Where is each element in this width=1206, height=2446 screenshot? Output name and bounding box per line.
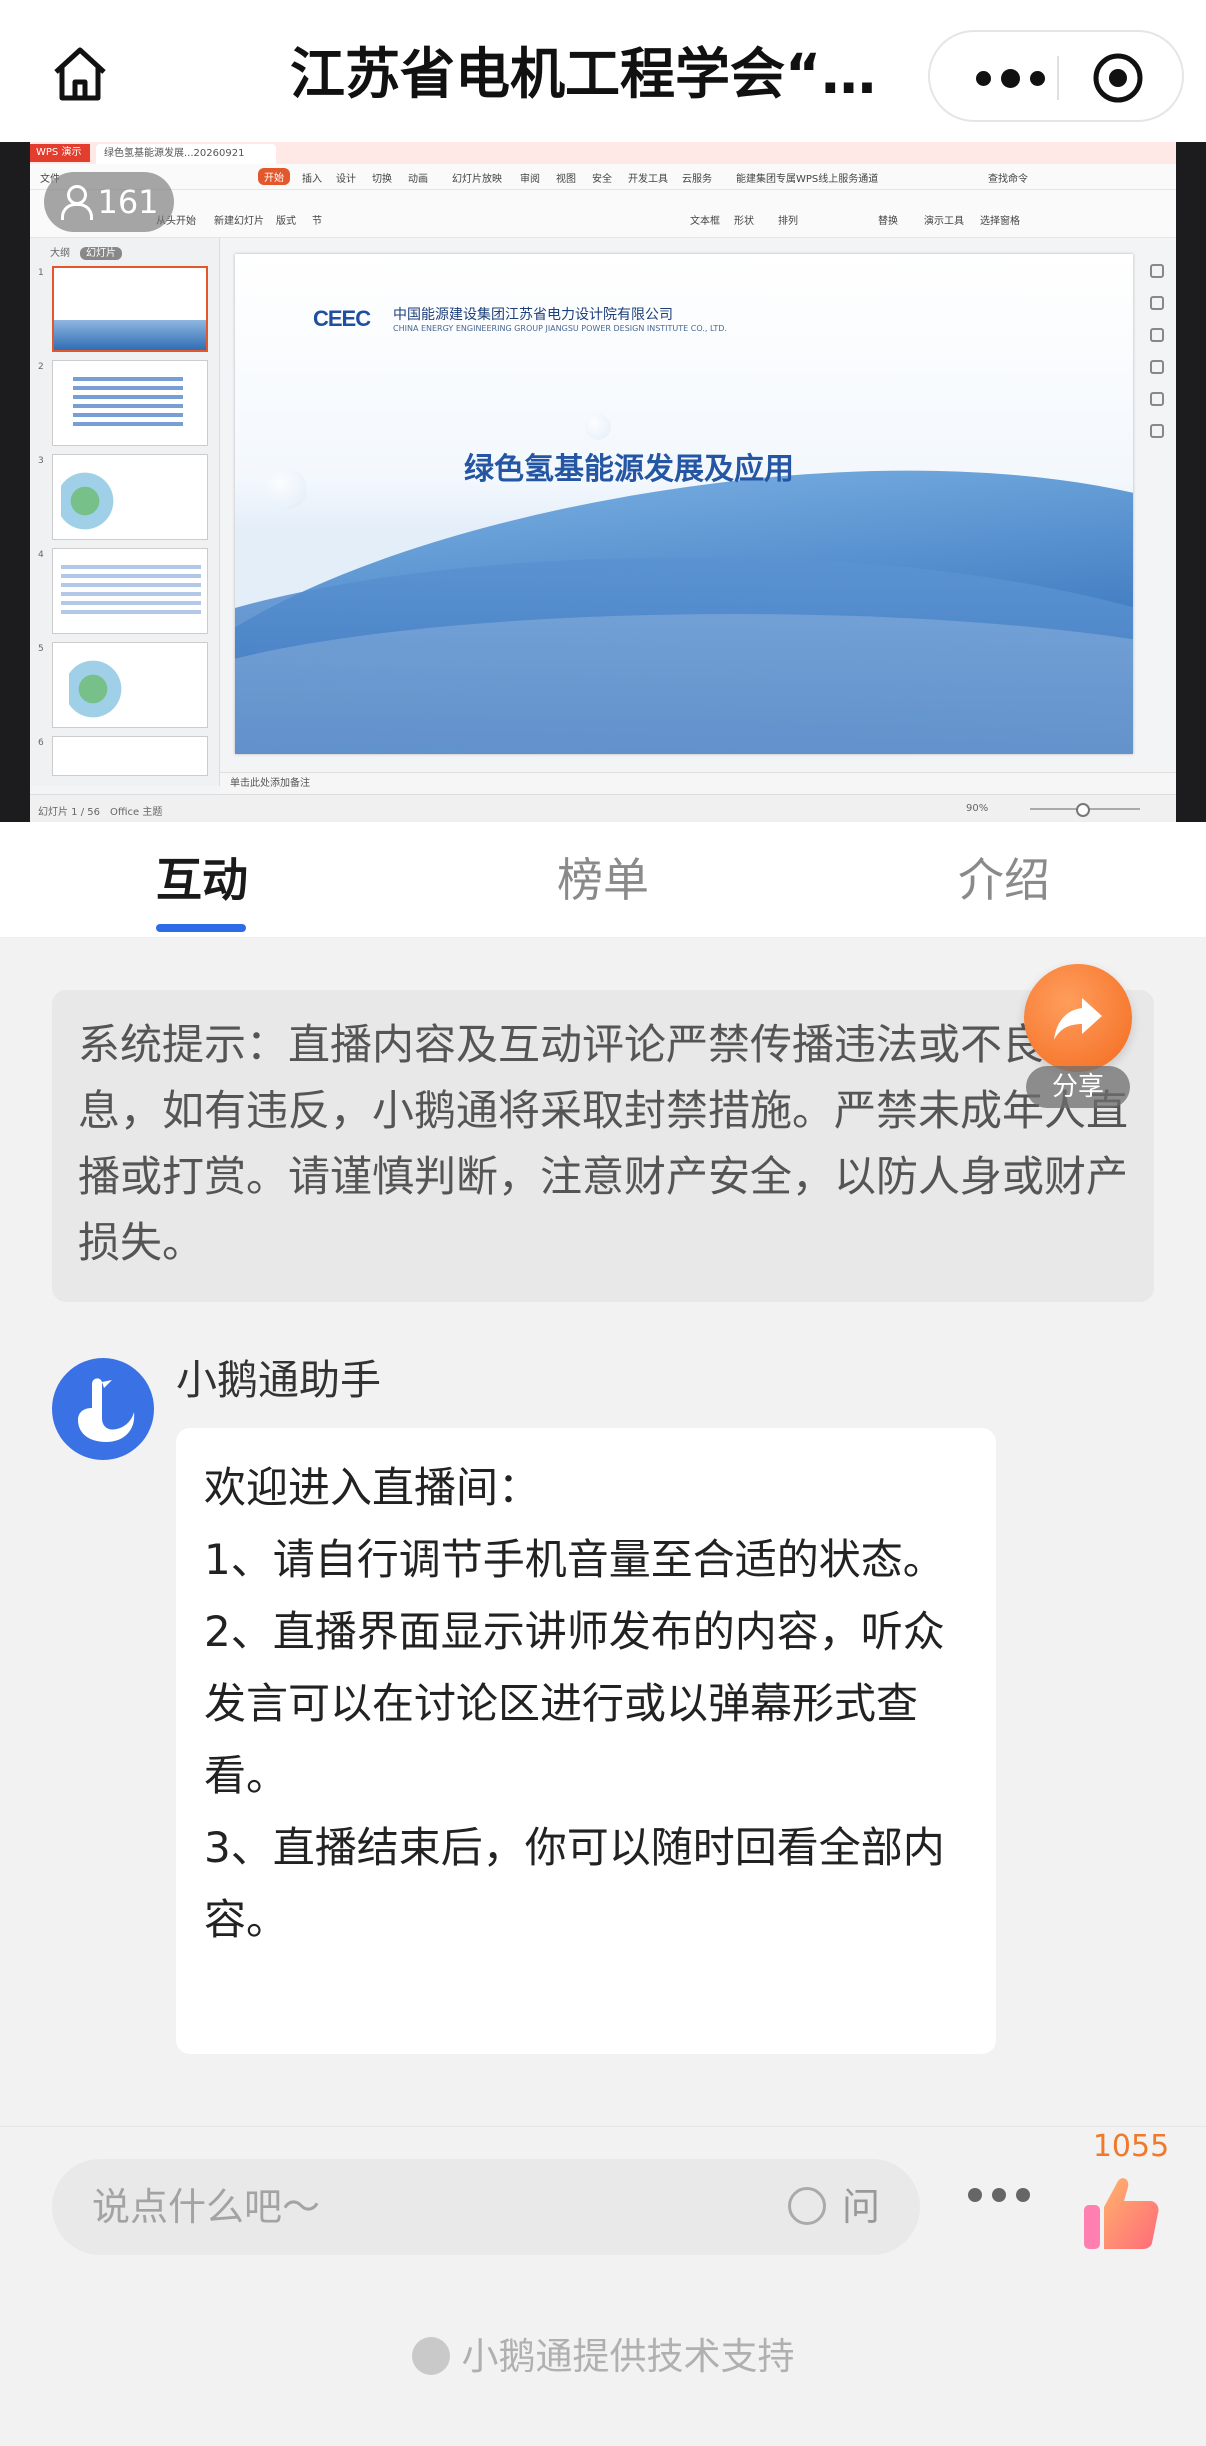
- wps-menu-item: 视图: [556, 174, 576, 185]
- wps-right-toolbar: [1142, 254, 1172, 754]
- slide-thumbnail-panel: 大纲 幻灯片 1 2 3 4 5 6: [30, 238, 220, 786]
- capsule-divider: [1057, 56, 1059, 100]
- like-count: 1055: [1092, 2129, 1170, 2164]
- xiaoe-logo-icon: [411, 2337, 450, 2375]
- comment-input-placeholder: 说点什么吧～: [92, 2185, 321, 2229]
- like-button[interactable]: [1078, 2171, 1162, 2255]
- share-arrow-icon: [1054, 998, 1102, 1040]
- current-slide: CEEC 中国能源建设集团江苏省电力设计院有限公司 CHINA ENERGY E…: [235, 254, 1133, 754]
- powered-by-text: 小鹅通提供技术支持: [461, 2335, 795, 2378]
- message-line: 2、直播界面显示讲师发布的内容，听众发言可以在讨论区进行或以弹幕形式查看。: [204, 1607, 945, 1800]
- bottom-input-bar: 说点什么吧～ 问 1055 小鹅通提供技术支持: [0, 2126, 1206, 2446]
- wps-menu-item: 开始: [258, 168, 290, 185]
- zoom-level: 90%: [966, 803, 989, 814]
- system-notice: 系统提示：直播内容及互动评论严禁传播违法或不良信息，如有违反，小鹅通将采取封禁措…: [52, 990, 1154, 1302]
- message-line: 3、直播结束后，你可以随时回看全部内容。: [204, 1823, 945, 1944]
- company-logo: CEEC: [313, 306, 371, 331]
- slide-thumbnail: [52, 548, 208, 634]
- share-label: 分享: [1026, 1066, 1130, 1108]
- mini-program-capsule: [928, 30, 1184, 122]
- tab-interaction[interactable]: 互动: [156, 850, 248, 910]
- viewer-count: 161: [97, 183, 159, 221]
- wps-menu-item: 插入: [302, 174, 322, 185]
- wps-menu-item: 动画: [408, 174, 428, 185]
- message-line: 欢迎进入直播间：: [204, 1463, 541, 1512]
- slide-thumbnail: [52, 266, 208, 352]
- wps-menu-item: 幻灯片放映: [452, 174, 502, 185]
- person-icon: [59, 185, 94, 220]
- live-video-player[interactable]: WPS 演示 绿色氢基能源发展...20260921 文件 开始 插入 设计 切…: [0, 142, 1206, 822]
- slide-thumbnail: [52, 454, 208, 540]
- share-button[interactable]: [1024, 964, 1132, 1072]
- wps-tool: 形状: [734, 216, 754, 227]
- thumbs-up-icon: [1084, 2178, 1159, 2249]
- wps-tool: 替换: [878, 216, 898, 227]
- wps-search-command: 查找命令: [988, 174, 1028, 185]
- tab-leaderboard[interactable]: 榜单: [557, 850, 649, 910]
- active-tab-indicator: [156, 924, 246, 932]
- wps-menu-item: 安全: [592, 174, 612, 185]
- company-name-en: CHINA ENERGY ENGINEERING GROUP JIANGSU P…: [393, 324, 727, 333]
- wps-tool: 选择窗格: [980, 216, 1020, 227]
- slide-thumbnail: [52, 360, 208, 446]
- sidebar-tab-slides: 幻灯片: [80, 247, 122, 260]
- wps-tool: 版式: [276, 216, 296, 227]
- message-bubble: 欢迎进入直播间： 1、请自行调节手机音量至合适的状态。 2、直播界面显示讲师发布…: [176, 1428, 996, 2054]
- company-name-cn: 中国能源建设集团江苏省电力设计院有限公司: [393, 307, 673, 323]
- page-title: 江苏省电机工程学会“…: [290, 42, 877, 106]
- wps-tool: 排列: [778, 216, 798, 227]
- goose-logo-icon: [78, 1378, 135, 1442]
- wps-menubar: 文件 开始 插入 设计 切换 动画 幻灯片放映 审阅 视图 安全 开发工具 云服…: [30, 164, 1176, 190]
- slide-counter: 幻灯片 1 / 56: [38, 807, 100, 818]
- wps-menu-item: 设计: [336, 174, 356, 185]
- tab-introduction[interactable]: 介绍: [958, 850, 1050, 910]
- powered-by: 小鹅通提供技术支持: [0, 2331, 1206, 2383]
- message-line: 1、请自行调节手机音量至合适的状态。: [204, 1535, 945, 1584]
- slide-thumbnail: [52, 736, 208, 776]
- wps-tool: 文本框: [690, 216, 720, 227]
- theme-name: Office 主题: [110, 807, 163, 818]
- shared-screen-wps: WPS 演示 绿色氢基能源发展...20260921 文件 开始 插入 设计 切…: [30, 142, 1176, 822]
- ask-label: 问: [842, 2185, 881, 2229]
- wps-menu-item: 切换: [372, 174, 392, 185]
- wps-app-tab: WPS 演示: [30, 144, 90, 162]
- wps-menu-item: 能建集团专属WPS线上服务通道: [736, 174, 879, 185]
- notes-bar: 单击此处添加备注: [220, 772, 1176, 794]
- wps-menu-item: 审阅: [520, 174, 540, 185]
- comment-input[interactable]: 说点什么吧～ 问: [52, 2159, 920, 2255]
- radio-circle-icon: [788, 2187, 826, 2225]
- slide-title: 绿色氢基能源发展及应用: [464, 452, 794, 487]
- wps-titlebar: WPS 演示 绿色氢基能源发展...20260921: [30, 142, 1176, 164]
- top-nav-bar: 江苏省电机工程学会“…: [0, 0, 1206, 142]
- sidebar-tab-outline: 大纲: [50, 248, 70, 259]
- wps-tool: 新建幻灯片: [214, 216, 264, 227]
- home-icon[interactable]: [44, 38, 116, 110]
- ask-question-toggle[interactable]: 问: [788, 2183, 918, 2231]
- more-actions-icon[interactable]: [968, 2183, 1032, 2207]
- slide-thumbnail: [52, 642, 208, 728]
- close-miniprogram-icon[interactable]: [1090, 50, 1146, 106]
- sidebar-tabs: 大纲 幻灯片: [50, 244, 122, 260]
- more-options-icon[interactable]: [960, 48, 1060, 108]
- message-sender: 小鹅通助手: [176, 1356, 381, 1404]
- chat-area[interactable]: 系统提示：直播内容及互动评论严禁传播违法或不良信息，如有违反，小鹅通将采取封禁措…: [0, 938, 1206, 2126]
- zoom-slider: [1030, 803, 1140, 817]
- wps-document-tab: 绿色氢基能源发展...20260921: [96, 144, 276, 164]
- wps-menu-item: 云服务: [682, 174, 712, 185]
- content-tabs: 互动 榜单 介绍: [0, 822, 1206, 938]
- wps-tool: 演示工具: [924, 216, 964, 227]
- wps-tool: 节: [312, 216, 322, 227]
- wps-status-bar: 幻灯片 1 / 56 Office 主题 90%: [30, 794, 1176, 822]
- viewer-count-badge: 161: [44, 172, 174, 232]
- avatar: [52, 1358, 154, 1460]
- wps-ribbon: 从头开始 新建幻灯片 版式 节 文本框 形状 排列 替换 演示工具 选择窗格: [30, 190, 1176, 238]
- wps-menu-item: 开发工具: [628, 174, 668, 185]
